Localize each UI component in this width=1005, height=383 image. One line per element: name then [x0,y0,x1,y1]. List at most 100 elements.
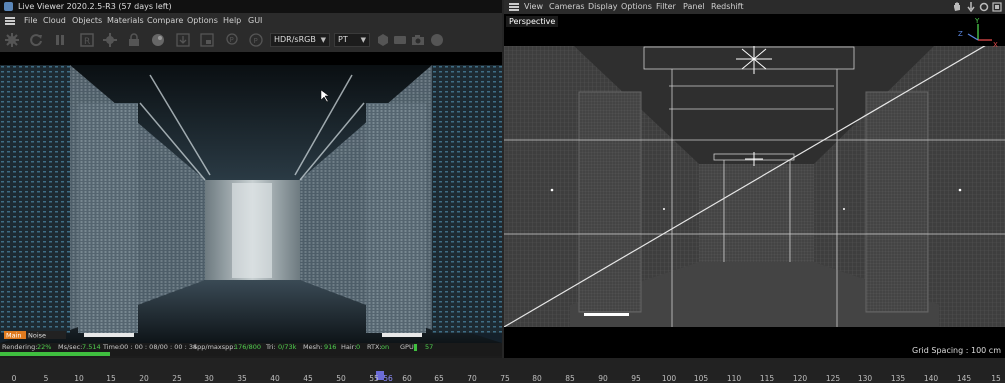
settings-gear-icon[interactable] [103,33,117,47]
timeline-ruler[interactable]: 0 5 10 15 20 25 30 35 40 45 50 55 56 60 65 70 75 80 85 90 95… [0,358,1005,383]
chevron-down-icon: ▼ [320,36,326,44]
menu-gui[interactable]: GUI [248,13,262,28]
save-icon[interactable] [200,33,214,47]
region-render-icon[interactable]: R [80,33,94,47]
timeline-tick: 140 [923,374,939,383]
tag-main[interactable]: Main [6,332,22,340]
timeline-tick: 50 [336,374,346,383]
menu-help[interactable]: Help [223,13,241,28]
spp-label: Spp/maxspp: [193,343,236,351]
menu-file[interactable]: File [24,13,37,28]
ms-value: 7.514 [82,343,101,351]
hexagon-icon[interactable] [376,33,390,47]
menu-objects[interactable]: Objects [72,13,102,28]
timeline-tick: 95 [631,374,641,383]
menu-options[interactable]: Options [187,13,218,28]
color-space-value: HDR/sRGB [274,35,316,44]
gpu-value: 57 [425,343,434,351]
perspective-viewport[interactable]: Perspective Y Z X Grid Spacing : 100 cm [504,14,1005,358]
svg-text:P: P [230,36,234,44]
menu-compare[interactable]: Compare [147,13,183,28]
pause-icon[interactable] [53,33,67,47]
camera-icon[interactable] [411,33,425,47]
time-value: 00 : 00 : 08/00 : 00 : 34 [120,343,198,351]
hamburger-menu-icon[interactable] [5,17,15,25]
axis-z-label: Z [958,30,963,38]
timeline-tick: 35 [237,374,247,383]
timeline-tick: 25 [172,374,182,383]
app-icon [4,2,13,11]
timeline-tick: 130 [857,374,873,383]
viewport-panel: View Cameras Display Options Filter Pane… [504,0,1005,358]
menu-panel[interactable]: Panel [683,0,705,14]
timeline-tick: 115 [759,374,775,383]
pin-icon[interactable]: P [225,33,239,47]
color-space-select[interactable]: HDR/sRGB ▼ [270,33,330,47]
time-label: Time: [103,343,122,351]
display-p-icon[interactable]: P [249,33,263,47]
timeline-tick: 110 [726,374,742,383]
tag-noise[interactable]: Noise [28,332,46,340]
move-hand-icon[interactable] [952,2,962,12]
maximize-icon[interactable] [992,2,1002,12]
render-status-bar: Rendering: 22% Ms/sec: 7.514 Time: 00 : … [0,343,502,352]
rtx-value: on [381,343,390,351]
render-icon[interactable] [5,33,19,47]
menu-display[interactable]: Display [588,0,618,14]
menu-filter[interactable]: Filter [656,0,676,14]
menu-options[interactable]: Options [621,0,652,14]
gpu-bar [414,344,417,351]
refresh-icon[interactable] [29,33,43,47]
timeline-tick: 15 [106,374,116,383]
menu-cameras[interactable]: Cameras [549,0,585,14]
hamburger-menu-icon[interactable] [509,3,519,11]
live-viewer-panel: Live Viewer 2020.2.5-R3 (57 days left) F… [0,0,502,358]
timeline-tick: 45 [303,374,313,383]
menu-cloud[interactable]: Cloud [43,13,66,28]
arrow-down-icon[interactable] [966,2,976,12]
window-title: Live Viewer 2020.2.5-R3 (57 days left) [18,2,172,11]
wireframe-scene[interactable] [504,14,1005,358]
timeline-tick: 125 [825,374,841,383]
render-image[interactable]: Main Noise [0,65,502,343]
live-viewer-menubar: File Cloud Objects Materials Compare Opt… [0,13,502,28]
film-icon[interactable] [393,33,407,47]
rendering-value: 22% [37,343,52,351]
tri-label: Tri: [266,343,276,351]
camera-label[interactable]: Perspective [506,16,559,27]
circle-record-icon[interactable] [430,33,444,47]
timeline-tick: 70 [467,374,477,383]
mesh-label: Mesh: [303,343,323,351]
ms-label: Ms/sec: [58,343,83,351]
timeline-tick: 135 [890,374,906,383]
timeline-tick: 65 [434,374,444,383]
timeline-tick: 15 [991,374,1001,383]
timeline-tick: 80 [532,374,542,383]
menu-view[interactable]: View [524,0,543,14]
timeline-tick: 105 [693,374,709,383]
rotate-icon[interactable] [979,2,989,12]
render-progress-bar [0,352,502,356]
timeline-tick: 0 [11,374,17,383]
material-sphere-icon[interactable] [151,33,165,47]
menu-materials[interactable]: Materials [107,13,144,28]
render-progress-fill [0,352,111,356]
axis-y-label: Y [974,18,980,25]
timeline-tick: 75 [500,374,510,383]
rendering-label: Rendering: [2,343,38,351]
rtx-label: RTX: [367,343,382,351]
lock-icon[interactable] [127,33,141,47]
chevron-down-icon: ▼ [360,36,366,44]
timeline-tick: 5 [43,374,49,383]
menu-redshift[interactable]: Redshift [711,0,743,14]
render-mode-select[interactable]: PT ▼ [334,33,370,47]
mesh-value: 916 [324,343,337,351]
snapshot-down-icon[interactable] [176,33,190,47]
timeline-tick: 145 [956,374,972,383]
timeline-tick: 10 [74,374,84,383]
timeline-tick: 60 [402,374,412,383]
timeline-tick: 55 [369,374,379,383]
spp-value: 176/800 [234,343,262,351]
hair-label: Hair: [341,343,357,351]
timeline-tick: 40 [270,374,280,383]
